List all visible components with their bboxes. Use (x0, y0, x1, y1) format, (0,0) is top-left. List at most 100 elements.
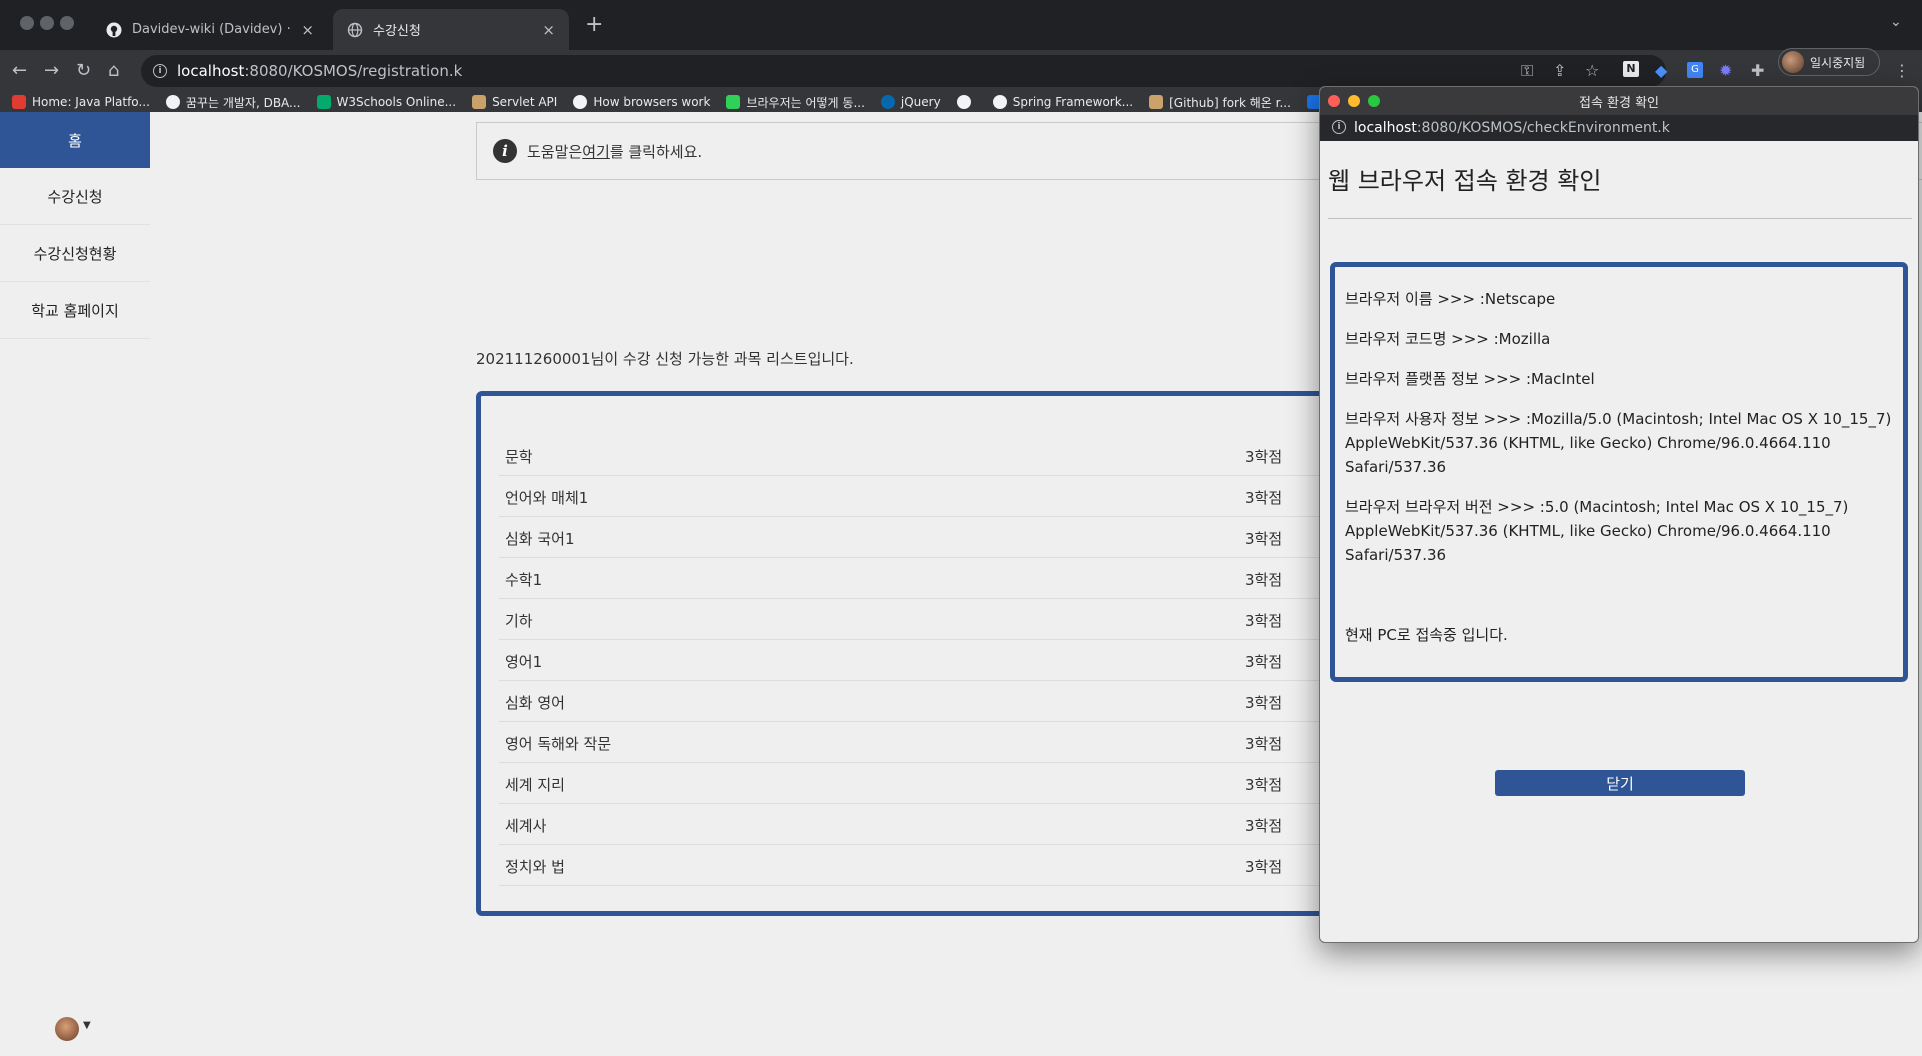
bookmark-favicon-icon (880, 95, 895, 109)
bookmark-label: W3Schools Online... (336, 95, 457, 109)
bookmark-item[interactable]: jQuery (880, 95, 941, 109)
sidebar-item-registration[interactable]: 수강신청 (0, 169, 150, 225)
course-name: 정치와 법 (505, 858, 565, 876)
course-credit: 3학점 (1245, 858, 1283, 876)
course-credit: 3학점 (1245, 694, 1283, 712)
bookmark-item[interactable] (956, 95, 977, 109)
profile-avatar (1782, 51, 1804, 73)
bookmark-favicon-icon (992, 95, 1007, 109)
environment-info-box: 브라우저 이름 >>> :Netscape 브라우저 코드명 >>> :Mozi… (1330, 262, 1908, 682)
popup-zoom-dot[interactable] (1368, 95, 1380, 107)
tab-search-chevron-icon[interactable]: ⌄ (1890, 14, 1902, 30)
sidebar-item-label: 홈 (68, 131, 82, 150)
tab-label: 수강신청 (373, 24, 421, 39)
profile-label: 일시중지됨 (1810, 55, 1866, 70)
popup-minimize-dot[interactable] (1348, 95, 1360, 107)
caret-down-icon[interactable]: ▼ (83, 1020, 91, 1031)
course-name: 심화 영어 (505, 694, 565, 712)
tab-close-icon[interactable]: × (301, 21, 314, 39)
tab-label: Davidev-wiki (Davidev) · GitHub (132, 22, 293, 37)
bookmark-label: [Github] fork 해온 r... (1169, 95, 1291, 110)
popup-url-host: localhost (1354, 120, 1417, 136)
back-arrow-icon[interactable]: ← (12, 60, 27, 82)
browser-useragent-line: 브라우저 사용자 정보 >>> :Mozilla/5.0 (Macintosh;… (1345, 410, 1892, 476)
bookmark-item[interactable]: Servlet API (472, 95, 557, 109)
new-tab-button[interactable]: + (585, 12, 603, 37)
course-credit: 3학점 (1245, 571, 1283, 589)
help-link[interactable]: 여기 (582, 141, 610, 162)
browser-menu-icon[interactable]: ⋮ (1894, 61, 1910, 81)
bookmark-item[interactable]: [Github] fork 해온 r... (1149, 94, 1291, 111)
divider (1328, 218, 1912, 219)
window-minimize-dot[interactable] (40, 16, 54, 30)
popup-close-dot[interactable] (1328, 95, 1340, 107)
course-name: 영어 독해와 작문 (505, 735, 612, 753)
gear-extension-icon[interactable]: ✹ (1719, 61, 1732, 81)
user-avatar[interactable] (55, 1017, 79, 1041)
sidebar-item-label: 수강신청 (47, 188, 103, 206)
extensions-puzzle-icon[interactable]: ✚ (1751, 61, 1764, 81)
tab-github[interactable]: Davidev-wiki (Davidev) · GitHub × (92, 9, 328, 50)
diamond-extension-icon[interactable]: ◆ (1655, 61, 1667, 81)
course-credit: 3학점 (1245, 817, 1283, 835)
notion-extension-icon[interactable]: N (1623, 61, 1639, 77)
bookmark-label: Servlet API (492, 95, 558, 109)
window-close-dot[interactable] (20, 16, 34, 30)
sidebar-item-school-homepage[interactable]: 학교 홈페이지 (0, 283, 150, 339)
sidebar-item-registration-status[interactable]: 수강신청현황 (0, 226, 150, 282)
bookmark-star-icon[interactable]: ☆ (1585, 61, 1599, 81)
environment-popup-window: 접속 환경 확인 i localhost:8080/KOSMOS/checkEn… (1319, 86, 1919, 943)
device-type-line: 현재 PC로 접속중 입니다. (1345, 626, 1508, 644)
sidebar-item-label: 학교 홈페이지 (31, 302, 119, 320)
url-path: :8080/KOSMOS/registration.k (244, 62, 463, 80)
course-name: 언어와 매체1 (505, 489, 589, 507)
bookmark-item[interactable]: Spring Framework... (992, 95, 1134, 109)
course-credit: 3학점 (1245, 530, 1283, 548)
forward-arrow-icon[interactable]: → (44, 60, 59, 82)
course-list-caption: 202111260001님이 수강 신청 가능한 과목 리스트입니다. (476, 350, 854, 368)
help-suffix: 를 클릭하세요. (609, 142, 703, 161)
bookmark-item[interactable]: 브라우저는 어떻게 동... (726, 94, 865, 111)
profile-button[interactable]: 일시중지됨 (1778, 48, 1880, 76)
github-icon (106, 22, 122, 37)
popup-url-path: :8080/KOSMOS/checkEnvironment.k (1416, 120, 1670, 136)
address-bar[interactable]: i localhost:8080/KOSMOS/registration.k (141, 55, 1666, 87)
sidebar-item-home[interactable]: 홈 (0, 112, 150, 168)
bookmark-label: Spring Framework... (1012, 95, 1134, 109)
browser-tab-bar: Davidev-wiki (Davidev) · GitHub × 수강신청 ×… (0, 0, 1922, 50)
window-zoom-dot[interactable] (60, 16, 74, 30)
bookmark-favicon-icon (956, 95, 971, 109)
key-icon[interactable]: ⚿ (1521, 61, 1533, 81)
bookmark-favicon-icon (472, 95, 487, 109)
course-credit: 3학점 (1245, 653, 1283, 671)
bookmark-favicon-icon (726, 95, 741, 109)
tab-registration[interactable]: 수강신청 × (333, 9, 569, 50)
course-credit: 3학점 (1245, 489, 1283, 507)
bookmark-item[interactable]: Home: Java Platfo... (12, 95, 150, 109)
bookmark-favicon-icon (316, 95, 331, 109)
browser-codename-line: 브라우저 코드명 >>> :Mozilla (1345, 330, 1551, 348)
course-credit: 3학점 (1245, 776, 1283, 794)
info-icon: i (493, 139, 517, 163)
site-info-icon[interactable]: i (153, 64, 167, 78)
browser-name-line: 브라우저 이름 >>> :Netscape (1345, 290, 1556, 308)
course-name: 문학 (505, 448, 533, 466)
popup-heading: 웹 브라우저 접속 환경 확인 (1328, 167, 1602, 195)
home-icon[interactable]: ⌂ (108, 60, 119, 82)
bookmark-item[interactable]: W3Schools Online... (316, 95, 457, 109)
course-credit: 3학점 (1245, 735, 1283, 753)
bookmark-favicon-icon (1149, 95, 1164, 109)
popup-title-bar[interactable]: 접속 환경 확인 (1320, 87, 1918, 115)
bookmark-label: How browsers work (593, 95, 711, 109)
bookmark-label: Home: Java Platfo... (32, 95, 150, 109)
share-icon[interactable]: ⇪ (1553, 61, 1566, 81)
bookmark-item[interactable]: 꿈꾸는 개발자, DBA... (165, 94, 301, 111)
course-name: 세계사 (505, 817, 547, 835)
bookmark-item[interactable]: How browsers work (573, 95, 710, 109)
course-name: 세계 지리 (505, 776, 565, 794)
close-button[interactable]: 닫기 (1495, 770, 1745, 796)
sidebar: 홈 수강신청 수강신청현황 학교 홈페이지 ▼ (0, 112, 150, 1056)
tab-close-icon[interactable]: × (542, 21, 555, 39)
reload-icon[interactable]: ↻ (76, 60, 91, 82)
translate-extension-icon[interactable]: G (1687, 62, 1703, 78)
